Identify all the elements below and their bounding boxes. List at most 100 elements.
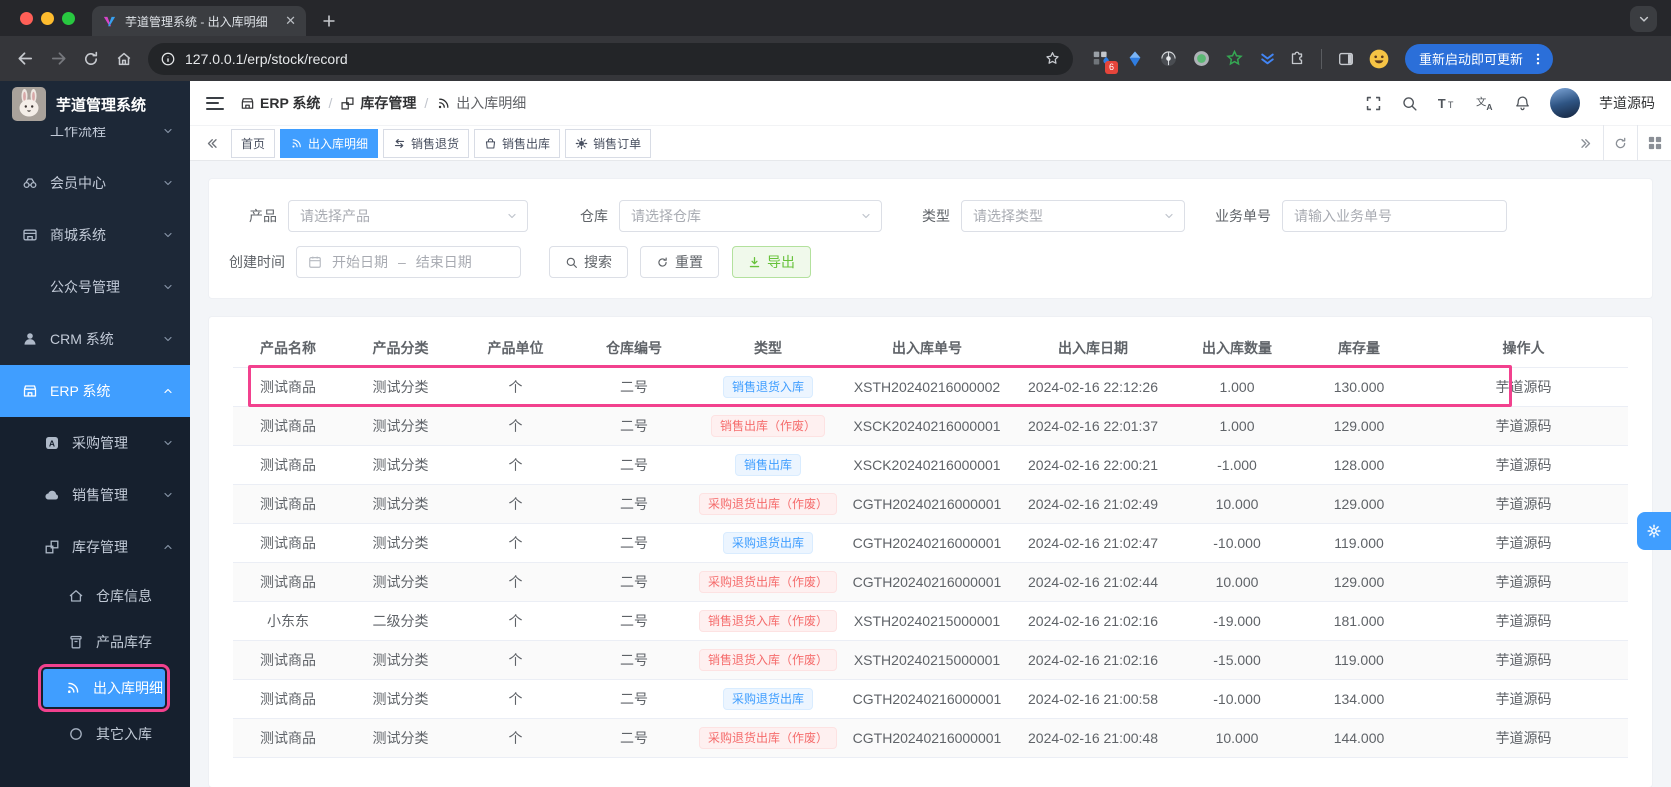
cell-unit: 个 bbox=[458, 523, 573, 562]
search-icon[interactable] bbox=[1401, 95, 1418, 112]
cell-operator: 芋道源码 bbox=[1417, 367, 1628, 406]
tab-销售退货[interactable]: 销售退货 bbox=[383, 129, 469, 158]
sidebar-item-CRM 系统[interactable]: CRM 系统 bbox=[0, 313, 190, 365]
svg-text:A: A bbox=[1486, 102, 1492, 112]
cell-unit: 个 bbox=[458, 367, 573, 406]
sidebar-item-采购管理[interactable]: A采购管理 bbox=[0, 417, 190, 469]
sidebar-item-公众号管理[interactable]: 公众号管理 bbox=[0, 261, 190, 313]
record-icon bbox=[290, 137, 303, 150]
language-icon[interactable]: 文A bbox=[1476, 95, 1495, 112]
cell-category: 测试分类 bbox=[343, 718, 458, 757]
refresh-page-icon[interactable] bbox=[1603, 125, 1637, 161]
tab-首页[interactable]: 首页 bbox=[231, 129, 275, 158]
sidebar-item-库存管理[interactable]: 库存管理 bbox=[0, 521, 190, 573]
sidebar-item-产品库存[interactable]: 产品库存 bbox=[0, 619, 190, 665]
tab-出入库明细[interactable]: 出入库明细 bbox=[280, 129, 378, 158]
tab-search-button[interactable] bbox=[1630, 6, 1657, 32]
notification-bell-icon[interactable] bbox=[1514, 95, 1531, 112]
ext-grid-icon[interactable]: 6 bbox=[1090, 47, 1114, 71]
cell-stock: 181.000 bbox=[1301, 601, 1417, 640]
other-in-icon bbox=[68, 726, 86, 742]
cell-type: 销售退货入库 bbox=[695, 367, 841, 406]
relaunch-update-button[interactable]: 重新启动即可更新 bbox=[1405, 44, 1553, 74]
crm-icon bbox=[22, 331, 40, 347]
minimize-window-button[interactable] bbox=[41, 12, 54, 25]
warehouse-select[interactable]: 请选择仓库 bbox=[619, 200, 882, 232]
site-info-icon[interactable] bbox=[160, 51, 176, 67]
cell-product: 测试商品 bbox=[233, 484, 343, 523]
browser-toolbar: 127.0.0.1/erp/stock/record 6 重新启动即可更新 bbox=[0, 36, 1671, 81]
tab-close-icon[interactable]: ✕ bbox=[285, 13, 296, 29]
ext-kite-icon[interactable] bbox=[1123, 47, 1147, 71]
hamburger-icon[interactable] bbox=[206, 97, 224, 110]
close-window-button[interactable] bbox=[20, 12, 33, 25]
side-panel-icon[interactable] bbox=[1331, 44, 1361, 74]
settings-float-button[interactable] bbox=[1637, 512, 1671, 550]
scroll-left-icon[interactable] bbox=[204, 136, 219, 151]
reset-button[interactable]: 重置 bbox=[640, 246, 719, 278]
cell-product: 测试商品 bbox=[233, 679, 343, 718]
type-tag: 采购退货出库（作废） bbox=[699, 727, 837, 749]
tab-销售订单[interactable]: 销售订单 bbox=[565, 129, 651, 158]
sidebar-item-仓库信息[interactable]: 仓库信息 bbox=[0, 573, 190, 619]
export-button[interactable]: 导出 bbox=[732, 246, 811, 278]
user-avatar[interactable] bbox=[1550, 88, 1580, 118]
table-header-row: 产品名称产品分类产品单位仓库编号类型出入库单号出入库日期出入库数量库存量操作人 bbox=[233, 329, 1628, 367]
ext-star-icon[interactable] bbox=[1222, 47, 1246, 71]
back-icon[interactable] bbox=[10, 44, 40, 74]
breadcrumb-item[interactable]: ERP 系统 bbox=[240, 93, 320, 113]
ext-sphere-icon[interactable] bbox=[1156, 47, 1180, 71]
font-size-icon[interactable]: TT bbox=[1437, 95, 1457, 112]
filter-panel: 产品 请选择产品 仓库 请选择仓库 类型 请选择类型 bbox=[208, 178, 1653, 299]
bizno-input[interactable]: 请输入业务单号 bbox=[1282, 200, 1507, 232]
bookmark-star-icon[interactable] bbox=[1044, 50, 1061, 67]
column-header: 仓库编号 bbox=[573, 329, 695, 367]
sidebar-item-ERP 系统[interactable]: ERP 系统 bbox=[0, 365, 190, 417]
cell-quantity: -10.000 bbox=[1173, 523, 1301, 562]
sidebar-menu-top: 工作流程会员中心商城系统公众号管理CRM 系统ERP 系统 bbox=[0, 105, 190, 417]
layout-grid-icon[interactable] bbox=[1637, 125, 1671, 161]
reload-icon[interactable] bbox=[76, 44, 106, 74]
sidebar-item-商城系统[interactable]: 商城系统 bbox=[0, 209, 190, 261]
cell-category: 测试分类 bbox=[343, 640, 458, 679]
profile-emoji-avatar[interactable] bbox=[1364, 44, 1394, 74]
cell-type: 采购退货出库 bbox=[695, 523, 841, 562]
user-name[interactable]: 芋道源码 bbox=[1599, 93, 1655, 113]
app-logo[interactable]: 芋道管理系统 bbox=[0, 81, 190, 127]
date-range-input[interactable]: 开始日期 – 结束日期 bbox=[296, 246, 521, 278]
extensions-puzzle-icon[interactable] bbox=[1282, 44, 1312, 74]
cell-operator: 芋道源码 bbox=[1417, 718, 1628, 757]
sidebar-item-其它入库[interactable]: 其它入库 bbox=[0, 711, 190, 757]
type-select[interactable]: 请选择类型 bbox=[961, 200, 1185, 232]
outbound-icon bbox=[484, 137, 497, 150]
tab-销售出库[interactable]: 销售出库 bbox=[474, 129, 560, 158]
cell-order_no: XSTH20240215000001 bbox=[841, 601, 1013, 640]
forward-icon[interactable] bbox=[43, 44, 73, 74]
address-bar[interactable]: 127.0.0.1/erp/stock/record bbox=[148, 43, 1073, 75]
browser-tab[interactable]: 芋道管理系统 - 出入库明细 ✕ bbox=[92, 6, 306, 36]
scroll-right-icon[interactable] bbox=[1569, 125, 1603, 161]
breadcrumb-item[interactable]: 出入库明细 bbox=[436, 93, 526, 113]
product-select[interactable]: 请选择产品 bbox=[288, 200, 528, 232]
cell-category: 测试分类 bbox=[343, 367, 458, 406]
column-header: 产品名称 bbox=[233, 329, 343, 367]
type-tag: 采购退货出库（作废） bbox=[699, 571, 837, 593]
type-tag: 销售退货入库（作废） bbox=[699, 649, 837, 671]
search-button[interactable]: 搜索 bbox=[549, 246, 628, 278]
home-icon[interactable] bbox=[109, 44, 139, 74]
browser-titlebar: 芋道管理系统 - 出入库明细 ✕ bbox=[0, 0, 1671, 36]
breadcrumb-item[interactable]: 库存管理 bbox=[340, 93, 416, 113]
sidebar-item-出入库明细[interactable]: 出入库明细 bbox=[43, 669, 165, 707]
cell-stock: 119.000 bbox=[1301, 523, 1417, 562]
fullscreen-icon[interactable] bbox=[1365, 95, 1382, 112]
browser-menu-kebab-icon[interactable] bbox=[1531, 52, 1545, 66]
cell-category: 测试分类 bbox=[343, 679, 458, 718]
new-tab-button[interactable] bbox=[316, 8, 342, 34]
ext-chevrons-icon[interactable] bbox=[1255, 47, 1279, 71]
extension-badge: 6 bbox=[1105, 61, 1118, 74]
cell-product: 测试商品 bbox=[233, 523, 343, 562]
maximize-window-button[interactable] bbox=[62, 12, 75, 25]
ext-ring-icon[interactable] bbox=[1189, 47, 1213, 71]
sidebar-item-会员中心[interactable]: 会员中心 bbox=[0, 157, 190, 209]
sidebar-item-销售管理[interactable]: 销售管理 bbox=[0, 469, 190, 521]
